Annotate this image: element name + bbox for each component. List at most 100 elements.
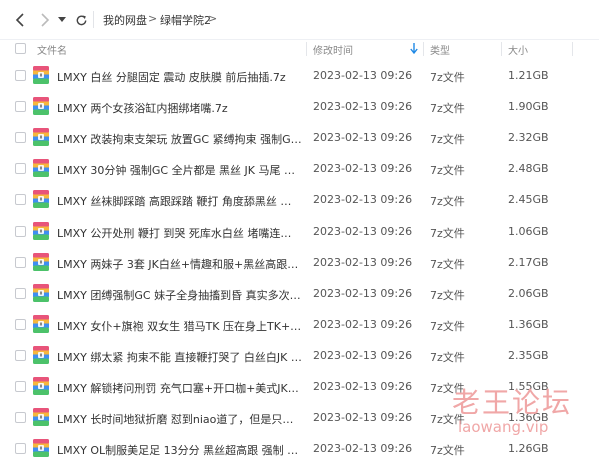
file-size: 2.17GB [508, 256, 549, 269]
archive-7z-icon [33, 346, 49, 364]
file-modified-time: 2023-02-13 09:26 [313, 131, 413, 144]
column-header-modified[interactable]: 修改时间 [313, 42, 353, 57]
file-modified-time: 2023-02-13 09:26 [313, 349, 413, 362]
file-size: 2.06GB [508, 287, 549, 300]
row-checkbox[interactable] [15, 257, 26, 268]
file-row[interactable]: LMXY 30分钟 强制GC 全片都是 黑丝 JK 马尾 GC晕过去... 202… [0, 154, 599, 185]
file-modified-time: 2023-02-13 09:26 [313, 162, 413, 175]
column-header-size[interactable]: 大小 [508, 42, 528, 57]
row-checkbox[interactable] [15, 412, 26, 423]
row-checkbox[interactable] [15, 163, 26, 174]
file-name[interactable]: LMXY 长时间地狱折磨 怼到niao道了，但是只有几滴 看... [57, 411, 302, 427]
row-checkbox[interactable] [15, 194, 26, 205]
row-checkbox[interactable] [15, 381, 26, 392]
archive-7z-icon [33, 315, 49, 333]
archive-7z-icon [33, 66, 49, 84]
archive-7z-icon [33, 284, 49, 302]
file-name[interactable]: LMXY 改装拘束支架玩 放置GC 紧缚拘束 强制GC 泡泡.7z [57, 131, 302, 147]
archive-7z-icon [33, 159, 49, 177]
file-list-header: 文件名 修改时间 类型 大小 [0, 40, 599, 58]
chevron-right-icon [41, 13, 50, 27]
file-row[interactable]: LMXY 白丝 分腿固定 震动 皮肤膜 前后抽插.7z 2023-02-13 09… [0, 61, 599, 92]
file-name[interactable]: LMXY 30分钟 强制GC 全片都是 黑丝 JK 马尾 GC晕过去... [57, 162, 302, 178]
refresh-icon [76, 14, 86, 25]
column-divider[interactable] [306, 42, 307, 56]
archive-7z-icon [33, 128, 49, 146]
file-modified-time: 2023-02-13 09:26 [313, 318, 413, 331]
file-name[interactable]: LMXY 两妹子 3套 JK白丝+情趣和服+黑丝高跟裙 胶带包... [57, 256, 302, 272]
row-checkbox[interactable] [15, 226, 26, 237]
file-name[interactable]: LMXY 白丝 分腿固定 震动 皮肤膜 前后抽插.7z [57, 69, 302, 85]
column-divider[interactable] [423, 42, 424, 56]
file-type: 7z文件 [430, 444, 465, 457]
row-checkbox[interactable] [15, 443, 26, 454]
column-divider[interactable] [501, 42, 502, 56]
row-checkbox[interactable] [15, 70, 26, 81]
breadcrumb-separator: > [148, 12, 158, 25]
file-row[interactable]: LMXY 两妹子 3套 JK白丝+情趣和服+黑丝高跟裙 胶带包... 2023-0… [0, 248, 599, 279]
row-checkbox[interactable] [15, 288, 26, 299]
file-modified-time: 2023-02-13 09:26 [313, 193, 413, 206]
archive-7z-icon [33, 408, 49, 426]
column-divider[interactable] [572, 42, 573, 56]
file-size: 1.36GB [508, 318, 549, 331]
file-modified-time: 2023-02-13 09:26 [313, 69, 413, 82]
file-type: 7z文件 [430, 289, 465, 302]
file-name[interactable]: LMXY 公开处刑 鞭打 到哭 死库水白丝 堵嘴连裤丝袜 窒... [57, 225, 302, 241]
history-dropdown-button[interactable] [55, 9, 69, 31]
file-type: 7z文件 [430, 164, 465, 177]
file-name[interactable]: LMXY 两个女孩浴缸内捆绑堵嘴.7z [57, 100, 302, 116]
file-type: 7z文件 [430, 71, 465, 84]
file-size: 1.21GB [508, 69, 549, 82]
refresh-button[interactable] [70, 9, 92, 31]
file-modified-time: 2023-02-13 09:26 [313, 411, 413, 424]
breadcrumb-current[interactable]: 绿帽学院2 [160, 12, 211, 28]
file-name[interactable]: LMXY 女仆+旗袍 双女生 猎马TK 压在身上TK+鞭打，还... [57, 318, 302, 334]
row-checkbox[interactable] [15, 350, 26, 361]
file-modified-time: 2023-02-13 09:26 [313, 100, 413, 113]
file-row[interactable]: LMXY 丝袜脚踩踏 高跟踩踏 鞭打 角度舔黑丝 双棒子 3次... 2023-0… [0, 185, 599, 216]
file-size: 1.26GB [508, 442, 549, 455]
breadcrumb-root[interactable]: 我的网盘 [103, 12, 147, 28]
file-row[interactable]: LMXY 解锁拷问刑罚 充气口塞+开口枷+美式JK学院袜+... 2023-02-… [0, 372, 599, 403]
file-name[interactable]: LMXY OL制服美足足 13分分 黑丝超高跟 强制 敏Dan先... [57, 442, 302, 458]
file-size: 2.32GB [508, 131, 549, 144]
file-name[interactable]: LMXY 解锁拷问刑罚 充气口塞+开口枷+美式JK学院袜+... [57, 380, 302, 396]
column-header-name[interactable]: 文件名 [37, 42, 67, 57]
file-name[interactable]: LMXY 绑太紧 拘束不能 直接鞭打哭了 白丝白JK 丝袜堵... [57, 349, 302, 365]
file-row[interactable]: LMXY 女仆+旗袍 双女生 猎马TK 压在身上TK+鞭打，还... 2023-0… [0, 310, 599, 341]
column-header-type[interactable]: 类型 [430, 42, 450, 57]
file-type: 7z文件 [430, 102, 465, 115]
file-name[interactable]: LMXY 团缚强制GC 妹子全身抽搐到昏 真实多次抽搐 丝... [57, 287, 302, 303]
file-row[interactable]: LMXY 两个女孩浴缸内捆绑堵嘴.7z 2023-02-13 09:26 7z文件 1… [0, 92, 599, 123]
file-type: 7z文件 [430, 227, 465, 240]
file-name[interactable]: LMXY 丝袜脚踩踏 高跟踩踏 鞭打 角度舔黑丝 双棒子 3次... [57, 193, 302, 209]
file-row[interactable]: LMXY 公开处刑 鞭打 到哭 死库水白丝 堵嘴连裤丝袜 窒... 2023-02… [0, 217, 599, 248]
file-size: 2.45GB [508, 193, 549, 206]
file-type: 7z文件 [430, 133, 465, 146]
file-modified-time: 2023-02-13 09:26 [313, 256, 413, 269]
toolbar: 我的网盘 > 绿帽学院2 > [0, 0, 599, 40]
file-row[interactable]: LMXY 绑太紧 拘束不能 直接鞭打哭了 白丝白JK 丝袜堵... 2023-02… [0, 341, 599, 372]
archive-7z-icon [33, 377, 49, 395]
file-type: 7z文件 [430, 320, 465, 333]
file-modified-time: 2023-02-13 09:26 [313, 442, 413, 455]
forward-button[interactable] [33, 9, 55, 31]
caret-down-icon [58, 17, 66, 22]
file-modified-time: 2023-02-13 09:26 [313, 287, 413, 300]
file-size: 2.35GB [508, 349, 549, 362]
file-size: 1.36GB [508, 411, 549, 424]
sort-arrow-down-icon [410, 43, 418, 54]
row-checkbox[interactable] [15, 101, 26, 112]
file-row[interactable]: LMXY 团缚强制GC 妹子全身抽搐到昏 真实多次抽搐 丝... 2023-02-… [0, 279, 599, 310]
file-size: 1.55GB [508, 380, 549, 393]
file-size: 2.48GB [508, 162, 549, 175]
select-all-checkbox[interactable] [15, 43, 26, 54]
file-row[interactable]: LMXY 改装拘束支架玩 放置GC 紧缚拘束 强制GC 泡泡.7z 2023-02… [0, 123, 599, 154]
row-checkbox[interactable] [15, 132, 26, 143]
chevron-left-icon [15, 13, 24, 27]
back-button[interactable] [10, 9, 32, 31]
file-row[interactable]: LMXY OL制服美足足 13分分 黑丝超高跟 强制 敏Dan先... 2023-… [0, 434, 599, 459]
row-checkbox[interactable] [15, 319, 26, 330]
file-row[interactable]: LMXY 长时间地狱折磨 怼到niao道了，但是只有几滴 看... 2023-02… [0, 403, 599, 434]
